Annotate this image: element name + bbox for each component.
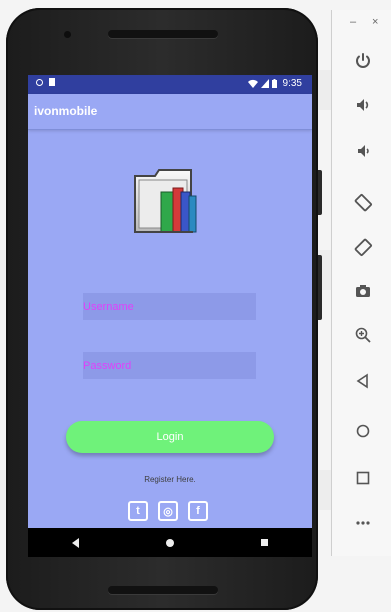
status-time: 9:35: [282, 78, 302, 89]
back-icon[interactable]: [350, 368, 376, 394]
navigation-bar: [28, 528, 312, 557]
instagram-icon[interactable]: ◎: [158, 501, 178, 521]
power-side-button: [318, 170, 322, 215]
library-folder-icon: [134, 169, 197, 233]
signal-icon: [260, 79, 269, 88]
username-field[interactable]: [83, 293, 256, 320]
more-icon[interactable]: [350, 510, 376, 536]
wifi-icon: [247, 79, 258, 88]
device-screen: 9:35 ivonmobile Login Register Here.: [28, 75, 312, 557]
nav-recents-icon[interactable]: [261, 539, 269, 546]
app-bar: ivonmobile: [28, 94, 312, 130]
social-links: t ◎ f: [128, 501, 208, 521]
overview-icon[interactable]: [350, 465, 376, 491]
twitter-icon[interactable]: t: [128, 501, 148, 521]
notification-icon: [36, 78, 43, 86]
nav-back-icon[interactable]: [71, 537, 79, 548]
volume-up-icon[interactable]: [350, 92, 376, 118]
power-icon[interactable]: [350, 48, 376, 74]
register-link[interactable]: Register Here.: [28, 475, 312, 484]
nav-home-icon[interactable]: [165, 538, 174, 547]
sd-card-icon: [49, 78, 55, 86]
rotate-left-icon[interactable]: [350, 190, 376, 216]
password-field[interactable]: [83, 352, 256, 379]
facebook-icon[interactable]: f: [188, 501, 208, 521]
close-button[interactable]: ×: [372, 16, 378, 28]
camera-icon[interactable]: [350, 278, 376, 304]
phone-frame: 9:35 ivonmobile Login Register Here.: [6, 8, 318, 610]
top-speaker: [108, 30, 218, 38]
emulator-toolbar: – ×: [331, 10, 391, 556]
app-title: ivonmobile: [34, 104, 98, 118]
zoom-icon[interactable]: [350, 322, 376, 348]
rotate-right-icon[interactable]: [350, 234, 376, 260]
bottom-speaker: [108, 586, 218, 594]
login-button[interactable]: Login: [66, 421, 274, 453]
front-camera: [64, 31, 71, 38]
battery-icon: [271, 79, 277, 88]
home-icon[interactable]: [350, 418, 376, 444]
minimize-button[interactable]: –: [350, 16, 356, 28]
status-bar: 9:35: [28, 75, 312, 94]
volume-side-button: [318, 255, 322, 320]
window-controls: – ×: [332, 16, 391, 32]
volume-down-icon[interactable]: [350, 138, 376, 164]
